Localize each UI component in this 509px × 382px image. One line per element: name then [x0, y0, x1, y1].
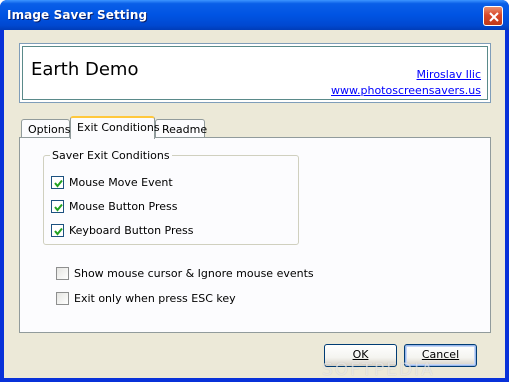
title-bar[interactable]: Image Saver Setting — [0, 0, 509, 30]
mouse-button-option[interactable]: Mouse Button Press — [51, 199, 177, 213]
show-cursor-label: Show mouse cursor & Ignore mouse events — [74, 266, 314, 280]
tab-readme[interactable]: Readme — [155, 119, 207, 138]
keyboard-button-checkbox[interactable] — [51, 223, 64, 237]
mouse-move-label: Mouse Move Event — [69, 175, 173, 189]
mouse-move-checkbox[interactable] — [51, 175, 64, 189]
mouse-button-checkbox[interactable] — [51, 199, 64, 213]
group-label: Saver Exit Conditions — [50, 149, 172, 162]
dialog-window: Image Saver Setting Earth Demo Miroslav … — [0, 0, 509, 382]
mouse-button-label: Mouse Button Press — [69, 199, 178, 213]
header-frame: Earth Demo Miroslav Ilic www.photoscreen… — [22, 46, 488, 100]
esc-only-option[interactable]: Exit only when press ESC key — [56, 291, 236, 305]
author-link[interactable]: Miroslav Ilic — [417, 68, 482, 81]
tab-strip: Options Exit Conditions Readme — [19, 116, 489, 139]
window-title: Image Saver Setting — [7, 8, 148, 22]
close-icon — [489, 12, 499, 22]
show-cursor-checkbox[interactable] — [56, 266, 69, 280]
esc-only-checkbox[interactable] — [56, 291, 69, 305]
check-icon — [54, 203, 63, 212]
header-panel: Earth Demo Miroslav Ilic www.photoscreen… — [19, 43, 491, 103]
check-icon — [54, 179, 63, 188]
mouse-move-option[interactable]: Mouse Move Event — [51, 175, 173, 189]
app-name: Earth Demo — [31, 59, 139, 80]
esc-only-label: Exit only when press ESC key — [74, 291, 236, 305]
website-link[interactable]: www.photoscreensavers.us — [331, 84, 481, 97]
dialog-client: Earth Demo Miroslav Ilic www.photoscreen… — [4, 30, 505, 380]
tab-options[interactable]: Options — [21, 119, 70, 138]
tab-exit-conditions[interactable]: Exit Conditions — [70, 116, 160, 139]
keyboard-button-label: Keyboard Button Press — [69, 223, 194, 237]
keyboard-button-option[interactable]: Keyboard Button Press — [51, 223, 194, 237]
exit-conditions-panel: Saver Exit Conditions Mouse Move Event M… — [19, 137, 491, 333]
check-icon — [54, 227, 63, 236]
close-button[interactable] — [483, 6, 503, 26]
show-cursor-option[interactable]: Show mouse cursor & Ignore mouse events — [56, 266, 314, 280]
watermark: SOFTPEDIA — [322, 360, 435, 380]
